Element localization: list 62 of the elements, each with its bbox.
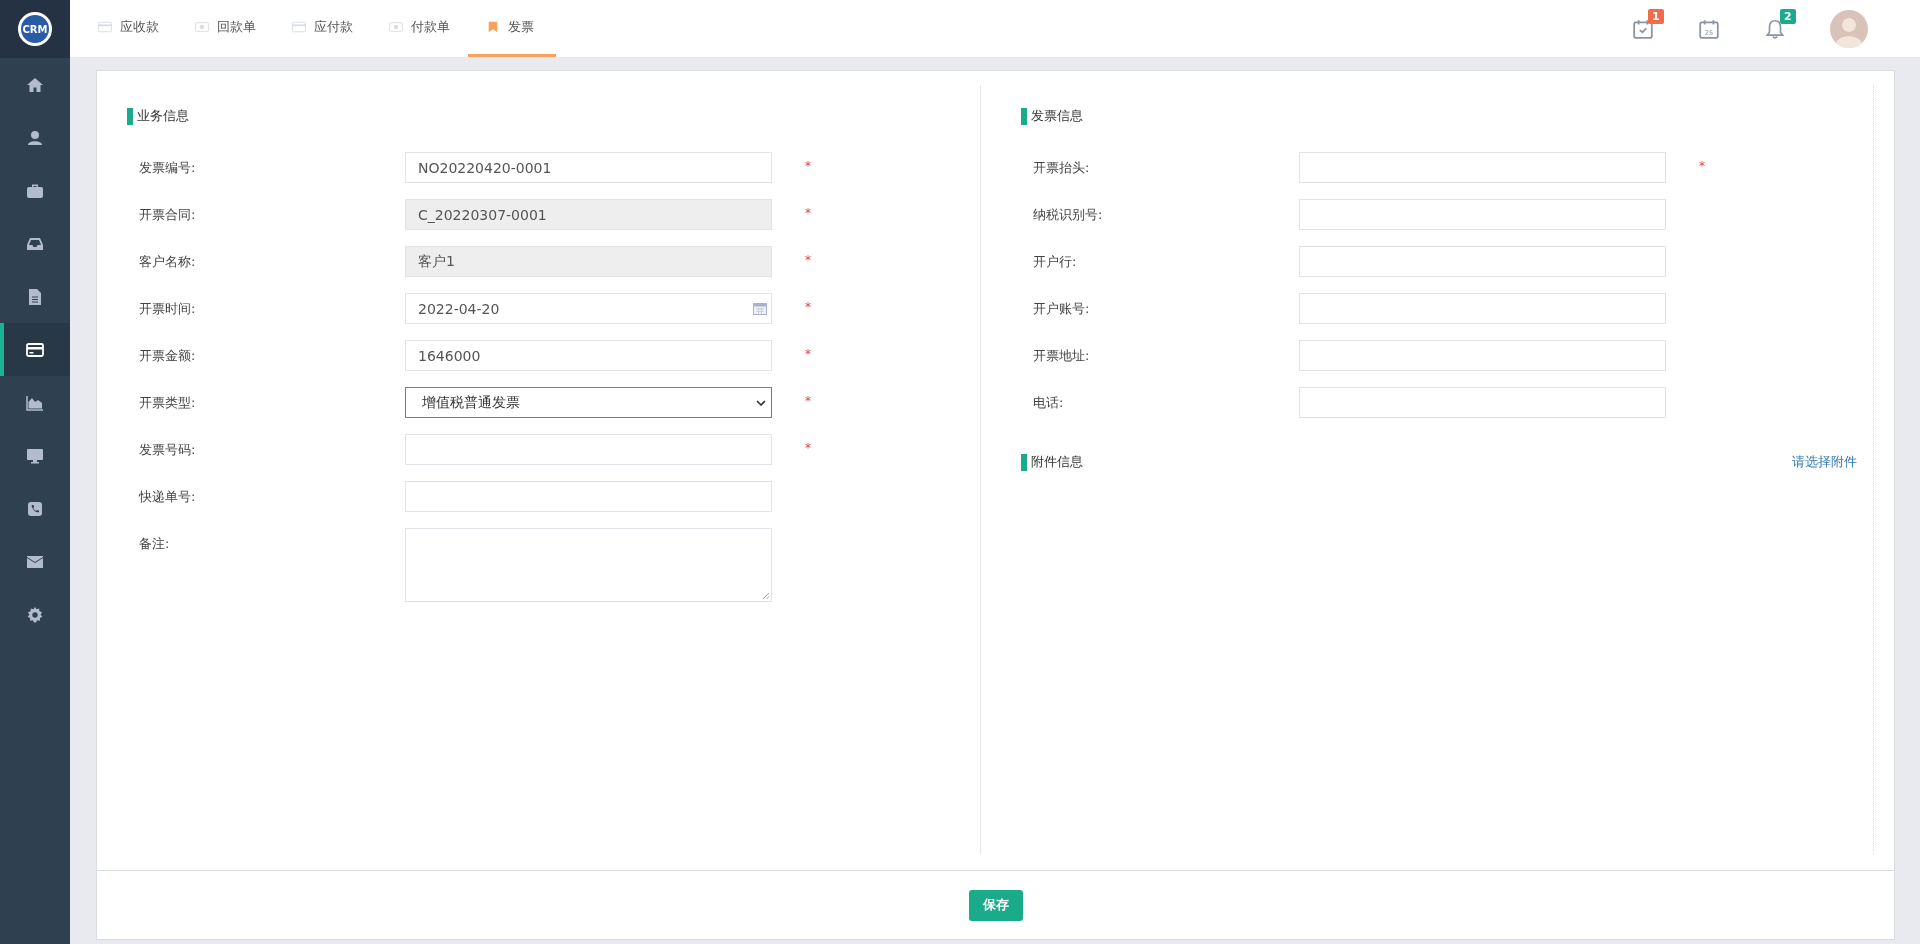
required-mark: * <box>805 252 811 269</box>
banknote-icon <box>195 21 209 33</box>
field-label: 发票编号: <box>139 159 197 177</box>
text-field[interactable] <box>1299 199 1666 230</box>
field-label: 开票金额: <box>139 347 197 365</box>
bookmark-icon <box>486 21 500 33</box>
chevron-down-icon <box>756 400 766 406</box>
field-label: 纳税识别号: <box>1033 206 1104 224</box>
text-field[interactable] <box>1299 340 1666 371</box>
section-marker <box>1021 107 1027 125</box>
crm-logo[interactable]: CRM <box>18 12 52 46</box>
section-title: 发票信息 <box>1031 107 1083 125</box>
card-icon <box>292 21 306 33</box>
field-label: 快递单号: <box>139 488 197 506</box>
tab[interactable]: 应付款 <box>292 0 375 57</box>
section-title: 业务信息 <box>137 107 189 125</box>
field-label: 开户行: <box>1033 253 1078 271</box>
tab[interactable]: 回款单 <box>195 0 278 57</box>
select-field[interactable]: 增值税普通发票 <box>405 387 772 418</box>
bell-icon[interactable] <box>1764 17 1786 40</box>
field-label: 备注: <box>139 535 171 553</box>
calendar-check-icon[interactable] <box>1632 17 1654 40</box>
avatar[interactable] <box>1830 9 1868 48</box>
required-mark: * <box>1699 158 1705 175</box>
required-mark: * <box>805 299 811 316</box>
text-field[interactable] <box>405 434 772 465</box>
required-mark: * <box>805 158 811 175</box>
text-field[interactable] <box>405 481 772 512</box>
field-label: 发票号码: <box>139 441 197 459</box>
field-label: 开票时间: <box>139 300 197 318</box>
text-field[interactable]: NO20220420-0001 <box>405 152 772 183</box>
required-mark: * <box>805 346 811 363</box>
required-mark: * <box>805 393 811 410</box>
date-field[interactable]: 2022-04-20 <box>405 293 772 324</box>
field-label: 开票地址: <box>1033 347 1091 365</box>
required-mark: * <box>805 205 811 222</box>
text-field[interactable] <box>1299 387 1666 418</box>
field-label: 开票类型: <box>139 394 197 412</box>
text-field[interactable] <box>1299 246 1666 277</box>
banknote-icon <box>389 21 403 33</box>
field-label: 开票抬头: <box>1033 159 1091 177</box>
tab[interactable]: 发票 <box>468 0 556 57</box>
required-mark: * <box>805 440 811 457</box>
tab[interactable]: 应收款 <box>98 0 181 57</box>
text-field[interactable] <box>1299 152 1666 183</box>
text-field[interactable] <box>1299 293 1666 324</box>
field-label: 电话: <box>1033 394 1065 412</box>
field-label: 开户账号: <box>1033 300 1091 318</box>
calendar-icon[interactable] <box>753 303 767 315</box>
card-icon <box>98 21 112 33</box>
count-badge: 1 <box>1648 8 1664 24</box>
section-marker <box>127 107 133 125</box>
section-title: 附件信息 <box>1031 453 1083 471</box>
field-label: 客户名称: <box>139 253 197 271</box>
text-field[interactable]: 1646000 <box>405 340 772 371</box>
field-label: 开票合同: <box>139 206 197 224</box>
choose-attachment-link[interactable]: 请选择附件 <box>1792 453 1857 471</box>
section-marker <box>1021 453 1027 471</box>
resize-grip-icon[interactable] <box>762 592 770 600</box>
textarea-field[interactable] <box>405 528 772 602</box>
count-badge: 2 <box>1780 8 1796 24</box>
sidebar-item[interactable] <box>0 323 70 376</box>
